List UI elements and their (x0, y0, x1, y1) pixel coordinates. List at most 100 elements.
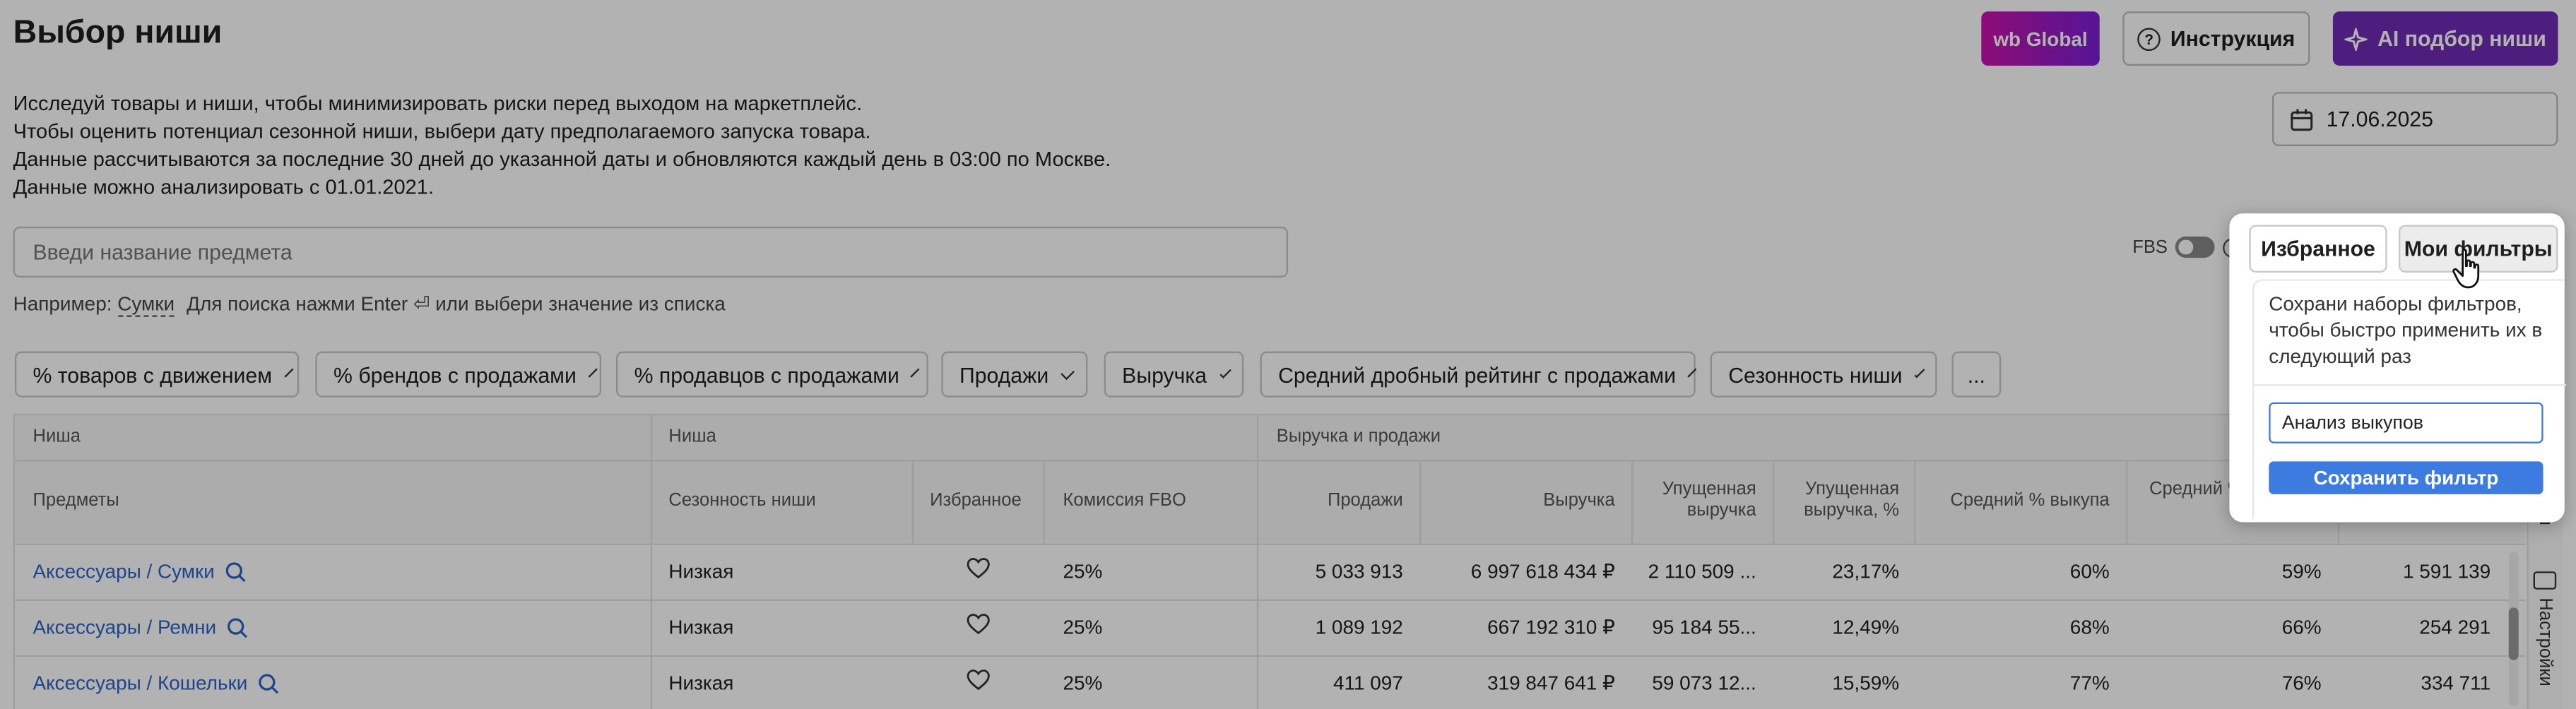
filter-goods-movement[interactable]: % товаров с движением (14, 351, 300, 398)
cell-buyout: 60% (2069, 559, 2110, 583)
search-hint-example[interactable]: Сумки (117, 292, 175, 317)
cell-buyout: 68% (2069, 615, 2110, 639)
fbs-label: FBS (2132, 237, 2168, 257)
cell-seasonality: Низкая (668, 672, 734, 695)
cell-seasonality: Низкая (668, 615, 734, 639)
subject-link[interactable]: Аксессуары / Сумки (33, 560, 246, 583)
col-subjects[interactable]: Предметы (33, 491, 119, 512)
ai-niche-button[interactable]: AI подбор ниши (2332, 11, 2558, 66)
filter-label: Средний дробный рейтинг с продажами (1278, 362, 1677, 387)
subject-link[interactable]: Аксессуары / Кошельки (33, 672, 279, 695)
cell-commission: 25% (1063, 559, 1103, 583)
table-scrollbar[interactable] (2508, 552, 2519, 706)
heart-icon[interactable] (966, 668, 991, 691)
filter-label: Продажи (959, 362, 1049, 387)
chevron-down-icon (283, 367, 293, 377)
cell-commission: 25% (1063, 672, 1103, 695)
cell-revenue: 667 192 310 ₽ (1487, 615, 1615, 639)
col-lost-revenue[interactable]: Упущенная выручка (1648, 479, 1756, 522)
group-header-niche: Ниша (33, 427, 81, 447)
group-header-niche-2: Ниша (668, 427, 716, 447)
filter-revenue[interactable]: Выручка (1104, 351, 1244, 398)
cell-extra: 254 291 (2419, 615, 2491, 639)
col-revenue[interactable]: Выручка (1434, 491, 1614, 512)
search-hint-prefix: Например: (13, 292, 112, 316)
fbs-toggle-group: FBS ? (2132, 236, 2243, 258)
col-commission[interactable]: Комиссия FBO (1063, 491, 1186, 512)
side-tab-settings[interactable]: Настройки (2535, 597, 2555, 686)
hand-cursor-icon (2452, 249, 2480, 289)
cell-extra: 1 591 139 (2403, 559, 2491, 583)
col-lost-revenue-pct[interactable]: Упущенная выручка, % (1784, 479, 1899, 522)
fbs-toggle[interactable] (2175, 236, 2216, 258)
subject-search-input[interactable] (13, 226, 1289, 278)
save-filter-button[interactable]: Сохранить фильтр (2269, 461, 2543, 494)
filter-seasonality[interactable]: Сезонность ниши (1710, 351, 1937, 398)
save-filters-hint: Сохрани наборы фильтров, чтобы быстро пр… (2269, 292, 2543, 368)
cell-commission: 25% (1063, 615, 1103, 639)
chevron-down-icon (1914, 367, 1925, 378)
chevron-down-icon (911, 367, 921, 377)
settings-icon (2533, 571, 2557, 590)
filter-name-input[interactable] (2269, 402, 2543, 443)
scrollbar-thumb[interactable] (2508, 607, 2519, 660)
col-seasonality[interactable]: Сезонность ниши (668, 491, 815, 512)
chevron-down-icon (1060, 365, 1075, 379)
subject-name: Аксессуары / Ремни (33, 615, 217, 639)
cell-buyout-returns: 76% (2281, 672, 2322, 695)
description-line: Данные можно анализировать с 01.01.2021. (13, 175, 435, 199)
page-title: Выбор ниши (13, 14, 223, 52)
date-value: 17.06.2025 (2326, 107, 2433, 132)
heart-icon[interactable] (966, 612, 991, 636)
cell-buyout-returns: 66% (2281, 615, 2322, 639)
subject-name: Аксессуары / Кошельки (33, 672, 248, 695)
filter-rating[interactable]: Средний дробный рейтинг с продажами (1260, 351, 1697, 398)
filters-popup: Избранное Мои фильтры Сохрани наборы фил… (2229, 213, 2567, 523)
subject-link[interactable]: Аксессуары / Ремни (33, 616, 248, 639)
ai-niche-label: AI подбор ниши (2377, 26, 2546, 52)
heart-icon[interactable] (966, 556, 991, 580)
app-root: Выбор ниши wb Global ? Инструкция AI под… (0, 0, 2576, 709)
col-buyout[interactable]: Средний % выкупа (1929, 491, 2109, 512)
search-hint-suffix: Для поиска нажми Enter ⏎ или выбери знач… (187, 292, 726, 316)
sparkle-icon (2344, 27, 2368, 50)
date-picker[interactable]: 17.06.2025 (2271, 92, 2558, 146)
filter-sellers-sales[interactable]: % продавцов с продажами (615, 351, 928, 398)
filter-label: Выручка (1122, 362, 1207, 387)
filter-brands-sales[interactable]: % брендов с продажами (315, 351, 602, 398)
subject-name: Аксессуары / Сумки (33, 559, 215, 583)
filter-label: Сезонность ниши (1728, 362, 1903, 387)
group-header-revenue-sales: Выручка и продажи (1276, 427, 1441, 447)
wb-global-button[interactable]: wb Global (1981, 11, 2100, 66)
chevron-down-icon (1219, 366, 1231, 379)
cell-lost-pct: 12,49% (1832, 615, 1900, 639)
search-icon[interactable] (225, 561, 246, 582)
search-icon[interactable] (226, 616, 247, 638)
filter-label: % товаров с движением (33, 362, 273, 387)
tab-favorites[interactable]: Избранное (2249, 225, 2387, 273)
cell-lost-revenue: 2 110 509 ... (1648, 559, 1756, 583)
cell-seasonality: Низкая (668, 559, 734, 583)
col-sales[interactable]: Продажи (1272, 491, 1403, 512)
description: Исследуй товары и ниши, чтобы минимизиро… (13, 90, 1111, 202)
description-line: Чтобы оценить потенциал сезонной ниши, в… (13, 119, 871, 143)
cell-sales: 411 097 (1333, 672, 1403, 695)
cell-lost-pct: 15,59% (1832, 672, 1900, 695)
cell-buyout: 77% (2069, 672, 2110, 695)
cell-lost-revenue: 59 073 12... (1652, 672, 1756, 695)
divider (2254, 384, 2567, 386)
search-icon[interactable] (257, 672, 278, 693)
chevron-down-icon (588, 367, 598, 377)
chevron-down-icon (1687, 367, 1697, 377)
description-line: Данные рассчитываются за последние 30 дн… (13, 148, 1111, 171)
calendar-icon (2291, 108, 2313, 131)
instruction-button[interactable]: ? Инструкция (2122, 11, 2310, 66)
help-circle-icon: ? (2137, 27, 2161, 50)
cell-buyout-returns: 59% (2281, 559, 2322, 583)
cell-revenue: 319 847 641 ₽ (1487, 672, 1615, 695)
instruction-label: Инструкция (2170, 26, 2296, 52)
search-hint: Например: Сумки Для поиска нажми Enter ⏎… (13, 292, 726, 317)
more-filters-button[interactable]: ... (1951, 351, 2002, 398)
filter-sales[interactable]: Продажи (941, 351, 1088, 398)
col-favorite[interactable]: Избранное (930, 491, 1022, 512)
